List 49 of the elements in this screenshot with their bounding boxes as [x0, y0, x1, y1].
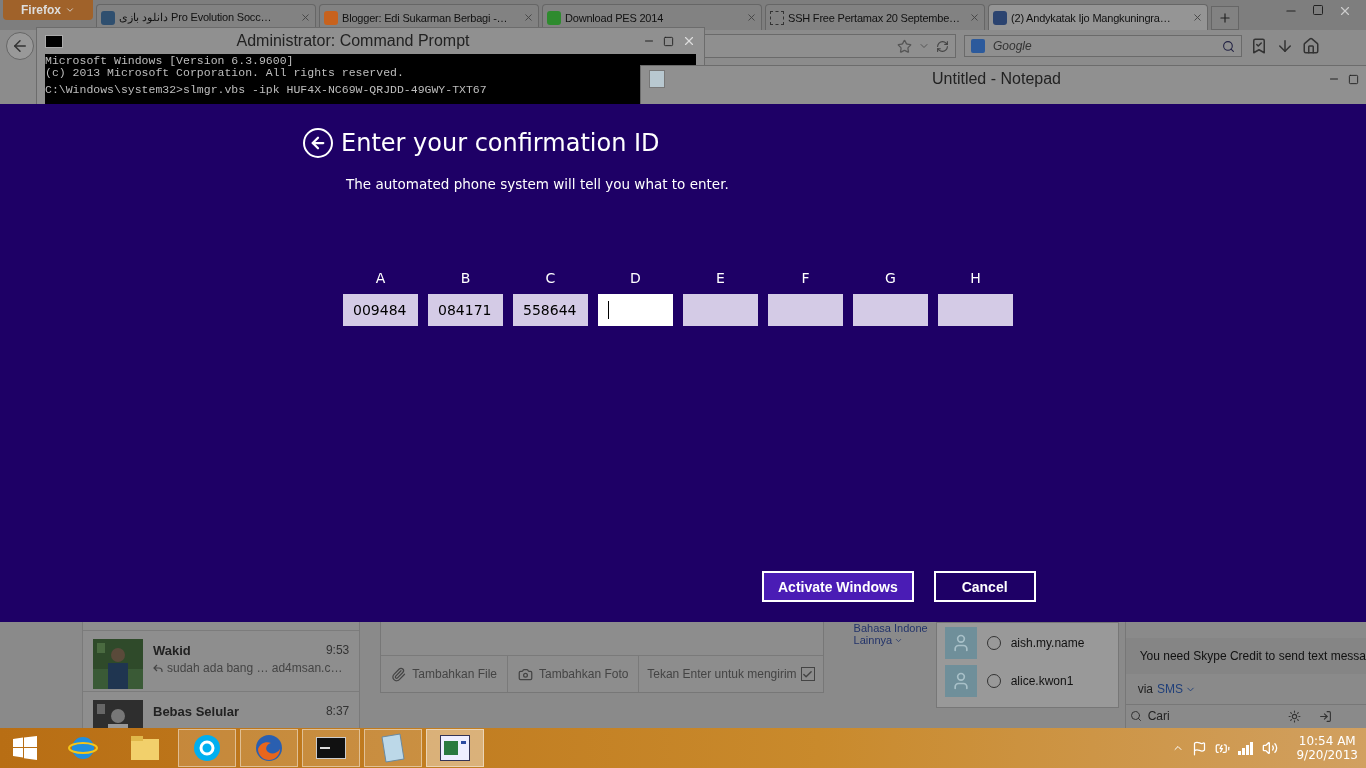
firefox-menu-button[interactable]: Firefox	[3, 0, 93, 20]
window-title: Administrator: Command Prompt	[235, 32, 471, 50]
console-line: C:\Windows\system32>slmgr.vbs -ipk HUF4X-NC69W-QRJDD-49GWY-TXT67	[45, 84, 488, 96]
attach-file-button[interactable]: Tambahkan File	[381, 656, 508, 692]
confirmation-id-field[interactable]: 084171	[428, 294, 503, 326]
message-preview: sudah ada bang … ad4msan.c…	[167, 661, 343, 675]
tab-title: Blogger: Edi Sukarman Berbagi -…	[342, 11, 509, 24]
browser-tab[interactable]: SSH Free Pertamax 20 Septembe…	[765, 4, 985, 30]
tab-title: SSH Free Pertamax 20 Septembe…	[788, 11, 961, 24]
contact-name: aish.my.name	[1010, 636, 1085, 650]
sms-dropdown[interactable]: SMS	[1157, 682, 1196, 696]
tab-title: (2) Andykatak Ijo Mangkuningra…	[1011, 11, 1172, 24]
field-label: C	[545, 270, 556, 286]
more-languages-link[interactable]: Lainnya	[853, 634, 893, 646]
language-link[interactable]: Bahasa Indone	[853, 622, 928, 634]
browser-tab[interactable]: دانلود بازی Pro Evolution Socc…	[96, 4, 316, 30]
field-label: D	[630, 270, 641, 286]
credit-notice: You need Skype Credit to send text messa	[1125, 638, 1366, 674]
activate-button[interactable]: Activate Windows	[762, 571, 914, 602]
console-line: (c) 2013 Microsoft Corporation. All rights reserved.	[45, 67, 405, 79]
contact-name: Bebas Selular	[153, 704, 239, 719]
message-time: 8:37	[325, 704, 350, 719]
attach-photo-button[interactable]: Tambahkan Foto	[508, 656, 640, 692]
field-label: A	[375, 270, 386, 286]
confirmation-id-field[interactable]: 009484	[343, 294, 418, 326]
cancel-button[interactable]: Cancel	[933, 571, 1036, 602]
browser-tab[interactable]: (2) Andykatak Ijo Mangkuningra…	[988, 4, 1208, 30]
tab-title: Download PES 2014	[565, 11, 665, 24]
field-label: G	[885, 270, 896, 286]
via-label: via	[1137, 682, 1153, 696]
search-input[interactable]: Google	[991, 38, 1216, 54]
window-title: Untitled - Notepad	[931, 70, 1062, 88]
console-line: Microsoft Windows [Version 6.3.9600]	[45, 55, 295, 67]
search-field[interactable]: Cari	[1145, 708, 1270, 724]
field-label: B	[460, 270, 471, 286]
field-label: F	[801, 270, 810, 286]
contact-name: Wakid	[153, 643, 191, 658]
message-time: 9:53	[325, 643, 350, 658]
dialog-subtitle: The automated phone system will tell you what to enter.	[346, 176, 730, 192]
browser-tab[interactable]: Blogger: Edi Sukarman Berbagi -…	[319, 4, 539, 30]
confirmation-id-field[interactable]: 558644	[513, 294, 588, 326]
field-label: H	[970, 270, 981, 286]
tab-title: دانلود بازی Pro Evolution Socc…	[119, 11, 273, 24]
enter-to-send-label: Tekan Enter untuk mengirim	[647, 667, 797, 681]
dialog-title: Enter your confirmation ID	[341, 129, 660, 157]
contact-name: alice.kwon1	[1010, 674, 1074, 688]
browser-tab[interactable]: Download PES 2014	[542, 4, 762, 30]
search-field[interactable]: Google	[964, 35, 1242, 57]
field-label: E	[716, 270, 725, 286]
